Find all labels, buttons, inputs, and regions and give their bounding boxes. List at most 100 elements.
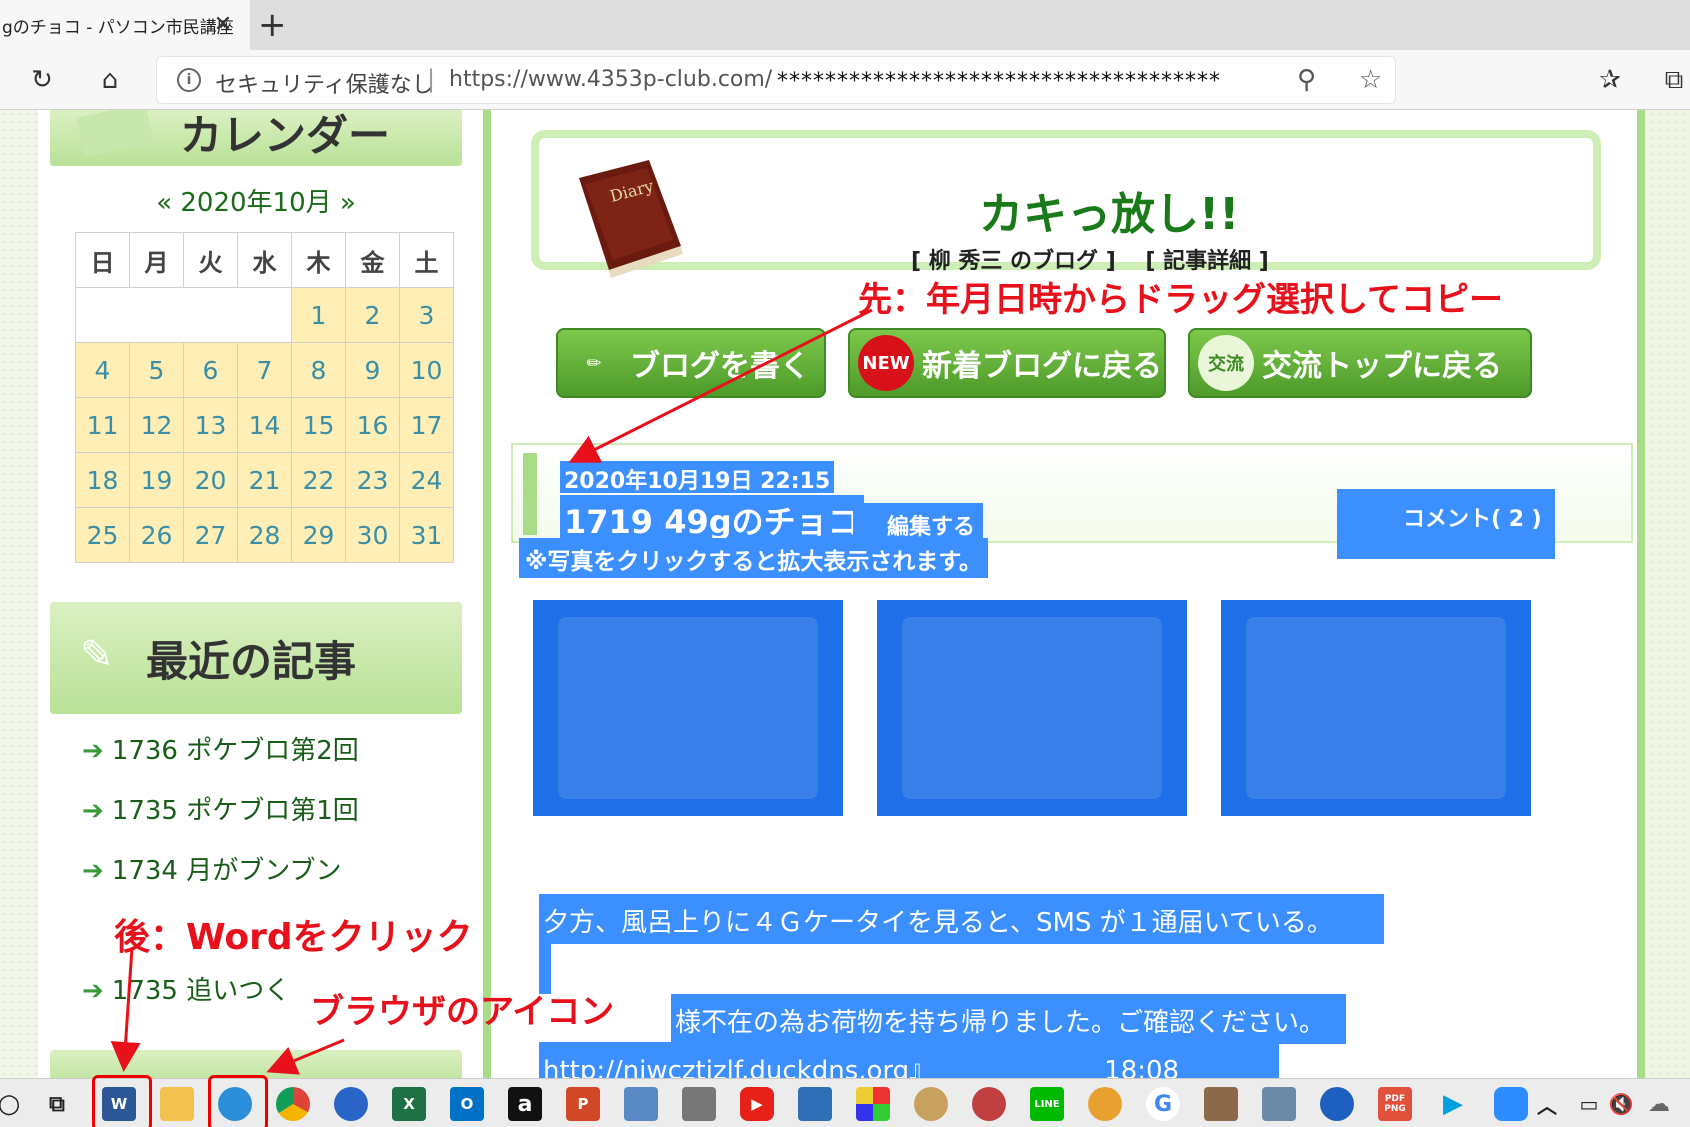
recent-item[interactable]: ➔ 1736 ポケブロ第2回 bbox=[82, 730, 359, 767]
calendar-day[interactable]: 1 bbox=[291, 287, 346, 343]
task-view-icon[interactable]: ⧉ bbox=[40, 1087, 74, 1121]
calendar-day[interactable]: 17 bbox=[399, 397, 454, 453]
app-icon-4[interactable] bbox=[972, 1087, 1006, 1121]
google-icon[interactable]: G bbox=[1146, 1087, 1180, 1121]
calendar-day[interactable]: 12 bbox=[129, 397, 184, 453]
calendar-day[interactable]: 14 bbox=[237, 397, 292, 453]
weekday-header: 金 bbox=[345, 232, 400, 288]
calendar-day[interactable]: 13 bbox=[183, 397, 238, 453]
cloud-icon[interactable]: ☁ bbox=[1642, 1087, 1676, 1121]
blog-subtitle[interactable]: [ 柳 秀三 のブログ ] [ 記事詳細 ] bbox=[911, 243, 1269, 275]
close-icon[interactable]: ✕ bbox=[210, 12, 236, 38]
calendar-day[interactable]: 26 bbox=[129, 507, 184, 563]
file-explorer-icon[interactable] bbox=[160, 1087, 194, 1121]
people-icon[interactable] bbox=[334, 1087, 368, 1121]
outlook-icon[interactable]: O bbox=[450, 1087, 484, 1121]
photo-chocolate[interactable] bbox=[877, 600, 1187, 816]
arrow-icon: ➔ bbox=[82, 736, 104, 766]
calendar-day[interactable]: 8 bbox=[291, 342, 346, 398]
calendar-day[interactable]: 3 bbox=[399, 287, 454, 343]
collections-icon[interactable]: ⧉ bbox=[1656, 62, 1690, 98]
favorite-star-icon[interactable]: ☆ bbox=[1359, 65, 1382, 95]
recent-item[interactable]: ➔ 1734 月がブンブン bbox=[82, 850, 341, 887]
calendar-day[interactable]: 31 bbox=[399, 507, 454, 563]
app-icon-2[interactable] bbox=[682, 1087, 716, 1121]
calendar-day[interactable]: 20 bbox=[183, 452, 238, 508]
app-icon[interactable] bbox=[624, 1087, 658, 1121]
calendar-day[interactable]: 24 bbox=[399, 452, 454, 508]
diary-book-icon: Diary bbox=[579, 160, 683, 278]
home-icon[interactable]: ⌂ bbox=[92, 62, 128, 98]
amazon-icon[interactable]: a bbox=[508, 1087, 542, 1121]
exchange-top-button[interactable]: 交流 交流トップに戻る bbox=[1188, 328, 1532, 398]
calendar-day[interactable]: 6 bbox=[183, 342, 238, 398]
info-icon[interactable]: i bbox=[177, 68, 201, 92]
paint-icon[interactable] bbox=[856, 1087, 890, 1121]
calendar-day[interactable]: 18 bbox=[75, 452, 130, 508]
zoom-icon[interactable]: ⚲ bbox=[1297, 65, 1316, 95]
calendar-day[interactable]: 5 bbox=[129, 342, 184, 398]
chevron-up-icon[interactable]: ︿ bbox=[1530, 1087, 1564, 1121]
calendar-day[interactable]: 2 bbox=[345, 287, 400, 343]
calendar-day[interactable]: 21 bbox=[237, 452, 292, 508]
calendar-day[interactable]: 22 bbox=[291, 452, 346, 508]
entry-header: 2020年10月19日 22:15 1719 49gのチョコ 編集する コメント… bbox=[511, 443, 1633, 559]
favorites-list-icon[interactable]: ✰ bbox=[1592, 62, 1628, 98]
photo-thumbnail bbox=[901, 617, 1163, 799]
exchange-icon: 交流 bbox=[1198, 335, 1254, 391]
write-blog-button[interactable]: ✏ ブログを書く bbox=[556, 328, 826, 398]
app-icon-7[interactable] bbox=[1262, 1087, 1296, 1121]
calendar-nav[interactable]: « 2020年10月 » bbox=[50, 182, 462, 219]
play-icon[interactable]: ▶ bbox=[1436, 1087, 1470, 1121]
entry-title: 1719 49gのチョコ bbox=[560, 495, 864, 541]
recent-item-label: 1735 追いつく bbox=[111, 976, 291, 1006]
chrome-icon[interactable] bbox=[276, 1087, 310, 1121]
browser-tab[interactable]: gのチョコ - パソコン市民講座 ✕ bbox=[0, 0, 250, 50]
new-blogs-button[interactable]: NEW 新着ブログに戻る bbox=[848, 328, 1166, 398]
calendar-day[interactable]: 28 bbox=[237, 507, 292, 563]
powerpoint-icon[interactable]: P bbox=[566, 1087, 600, 1121]
tab-bar: gのチョコ - パソコン市民講座 ✕ + bbox=[0, 0, 1690, 50]
calendar-day[interactable]: 30 bbox=[345, 507, 400, 563]
zoom-icon[interactable] bbox=[1494, 1087, 1528, 1121]
address-bar[interactable]: i セキュリティ保護なし | https://www.4353p-club.co… bbox=[156, 56, 1396, 104]
calendar-day[interactable]: 23 bbox=[345, 452, 400, 508]
calendar-day[interactable]: 25 bbox=[75, 507, 130, 563]
pdf-png-icon[interactable]: PDF PNG bbox=[1378, 1087, 1412, 1121]
calendar-day[interactable]: 19 bbox=[129, 452, 184, 508]
calendar-day[interactable]: 29 bbox=[291, 507, 346, 563]
recent-title: 最近の記事 bbox=[146, 637, 357, 686]
edit-button[interactable]: 編集する bbox=[853, 503, 984, 543]
search-icon[interactable]: ○ bbox=[0, 1087, 26, 1121]
weekday-header: 月 bbox=[129, 232, 184, 288]
calendar-day[interactable]: 7 bbox=[237, 342, 292, 398]
calendar-day[interactable]: 16 bbox=[345, 397, 400, 453]
arrow-icon: ➔ bbox=[82, 796, 104, 826]
body-link[interactable]: http://niwcztjzlf.duckdns.org』 18:08 bbox=[539, 1042, 1279, 1078]
address-separator: | bbox=[427, 65, 436, 93]
recent-item[interactable]: ➔ 1735 追いつく bbox=[82, 970, 290, 1007]
calendar-day[interactable]: 27 bbox=[183, 507, 238, 563]
youtube-icon[interactable]: ▶ bbox=[740, 1087, 774, 1121]
line-icon[interactable]: LINE bbox=[1030, 1087, 1064, 1121]
calendar-day[interactable]: 15 bbox=[291, 397, 346, 453]
recent-item[interactable]: ➔ 1735 ポケブロ第1回 bbox=[82, 790, 359, 827]
battery-icon[interactable]: ▭ bbox=[1572, 1087, 1606, 1121]
calendar-day[interactable]: 4 bbox=[75, 342, 130, 398]
new-blogs-label: 新着ブログに戻る bbox=[922, 349, 1162, 384]
photo-sms[interactable] bbox=[533, 600, 843, 816]
excel-icon[interactable]: X bbox=[392, 1087, 426, 1121]
photos-icon[interactable] bbox=[798, 1087, 832, 1121]
calendar-day[interactable]: 9 bbox=[345, 342, 400, 398]
app-icon-5[interactable] bbox=[1088, 1087, 1122, 1121]
new-tab-button[interactable]: + bbox=[258, 6, 287, 44]
volume-icon[interactable]: 🔇 bbox=[1604, 1087, 1638, 1121]
photo-bowl[interactable] bbox=[1221, 600, 1531, 816]
calendar-day[interactable]: 11 bbox=[75, 397, 130, 453]
comment-link[interactable]: コメント( 2 ) bbox=[1337, 489, 1555, 559]
onedrive-icon[interactable] bbox=[1320, 1087, 1354, 1121]
app-icon-6[interactable] bbox=[1204, 1087, 1238, 1121]
calendar-day[interactable]: 10 bbox=[399, 342, 454, 398]
app-icon-3[interactable] bbox=[914, 1087, 948, 1121]
refresh-icon[interactable]: ↻ bbox=[24, 62, 60, 98]
